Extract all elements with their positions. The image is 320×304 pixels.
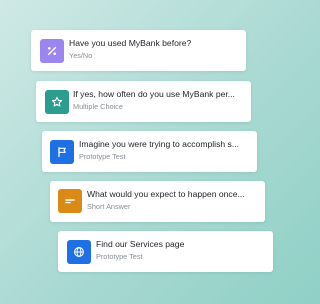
question-type-label: Multiple Choice	[73, 102, 123, 111]
globe-icon	[73, 246, 85, 258]
question-type-badge	[50, 140, 74, 164]
question-card-prototype-test-services[interactable]: Find our Services page Prototype Test	[58, 231, 273, 272]
flag-icon	[56, 146, 68, 158]
percent-icon	[46, 45, 58, 57]
question-title: Have you used MyBank before?	[69, 38, 192, 48]
short-answer-icon	[64, 195, 76, 207]
question-title: Find our Services page	[96, 239, 185, 249]
question-card-prototype-test[interactable]: Imagine you were trying to accomplish s.…	[42, 131, 257, 172]
star-icon	[51, 96, 63, 108]
question-card-yes-no[interactable]: Have you used MyBank before? Yes/No	[31, 30, 246, 71]
question-type-label: Short Answer	[87, 202, 131, 211]
question-card-multiple-choice[interactable]: If yes, how often do you use MyBank per.…	[36, 81, 251, 122]
question-type-badge	[45, 90, 69, 114]
question-type-badge	[67, 240, 91, 264]
question-type-badge	[40, 39, 64, 63]
question-title: Imagine you were trying to accomplish s.…	[79, 139, 240, 149]
question-type-label: Prototype Test	[96, 252, 143, 261]
question-type-label: Yes/No	[69, 51, 93, 60]
question-card-short-answer[interactable]: What would you expect to happen once... …	[50, 181, 265, 222]
question-title: If yes, how often do you use MyBank per.…	[73, 89, 235, 99]
question-title: What would you expect to happen once...	[87, 189, 245, 199]
question-type-badge	[58, 189, 82, 213]
question-type-label: Prototype Test	[79, 152, 126, 161]
